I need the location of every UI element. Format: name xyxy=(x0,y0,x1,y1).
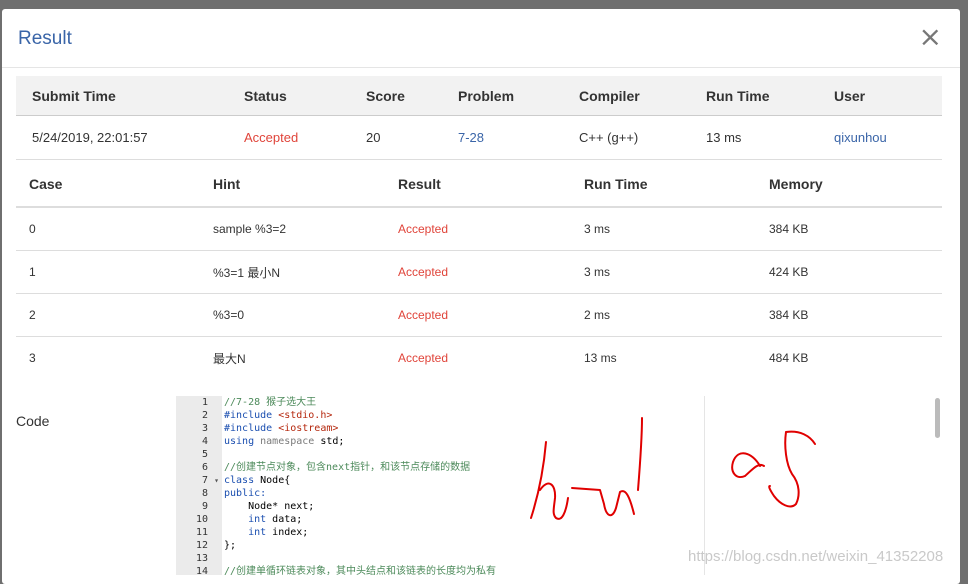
annotation-stroke xyxy=(731,430,816,508)
red-handwritten-annotation xyxy=(530,417,816,520)
annotation-stroke xyxy=(530,417,643,520)
watermark-text: https://blog.csdn.net/weixin_41352208 xyxy=(688,548,944,565)
